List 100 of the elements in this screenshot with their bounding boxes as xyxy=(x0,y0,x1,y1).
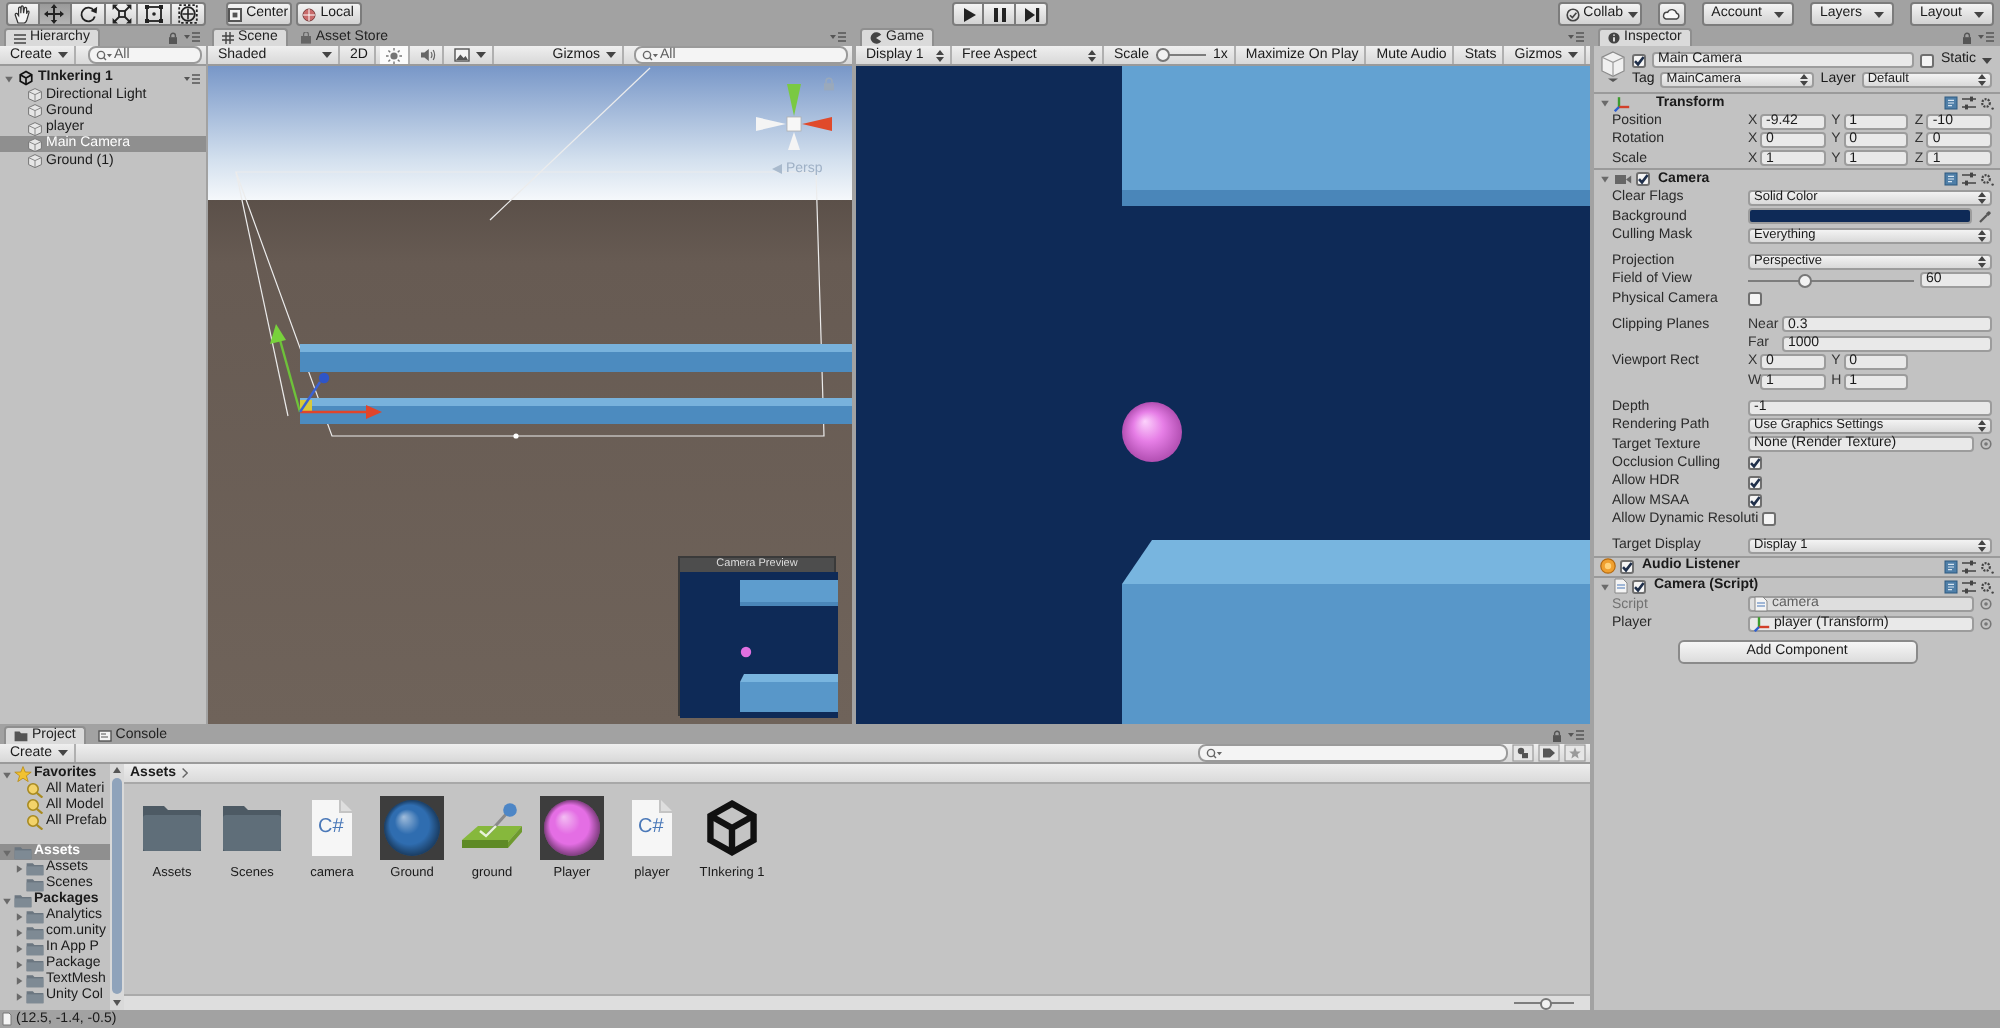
dropdown-arrows-icon xyxy=(936,49,944,61)
move-tool-button[interactable] xyxy=(39,2,73,26)
caret-icon xyxy=(1873,11,1884,17)
checkbox[interactable] xyxy=(1748,475,1762,490)
presets-icon[interactable] xyxy=(1962,579,1976,594)
eyedropper-icon[interactable] xyxy=(1978,209,1992,224)
gear-icon[interactable] xyxy=(1980,579,1994,594)
type-filter-icon[interactable] xyxy=(1512,744,1534,762)
lock-icon[interactable] xyxy=(1552,729,1562,741)
pause-button[interactable] xyxy=(984,2,1016,26)
shopping-bag-icon xyxy=(299,32,312,44)
hand-tool-button[interactable] xyxy=(6,2,40,26)
step-button[interactable] xyxy=(1016,2,1048,26)
color-field[interactable] xyxy=(1748,208,1972,225)
scrollbar[interactable] xyxy=(110,764,124,1010)
script-file-icon xyxy=(1614,578,1628,595)
scale-slider[interactable] xyxy=(1155,48,1207,62)
help-book-icon[interactable] xyxy=(1944,579,1958,594)
info-icon xyxy=(1608,32,1620,44)
checkbox[interactable] xyxy=(1632,579,1646,594)
checkbox[interactable] xyxy=(1748,494,1762,508)
rotate-tool-button[interactable] xyxy=(72,2,106,26)
unity-logo-icon[interactable] xyxy=(702,798,762,858)
material-sphere-icon[interactable] xyxy=(540,796,604,860)
search-field[interactable] xyxy=(1198,744,1508,762)
slider-track[interactable] xyxy=(1748,273,1914,288)
star-icon[interactable] xyxy=(1564,744,1586,762)
fold-arrow-icon[interactable] xyxy=(14,959,24,969)
gear-icon[interactable] xyxy=(1980,96,1994,110)
folder-icon[interactable] xyxy=(142,804,202,852)
sphere xyxy=(1122,402,1182,462)
dropdown-arrows-icon xyxy=(1978,419,1986,432)
console-icon xyxy=(97,730,112,742)
checkbox[interactable] xyxy=(1748,291,1762,306)
checkbox[interactable] xyxy=(1762,512,1777,527)
fold-arrow-icon[interactable] xyxy=(4,73,14,84)
gear-icon[interactable] xyxy=(1980,172,1994,187)
panel-menu-icon[interactable] xyxy=(1978,32,1994,42)
caret-icon xyxy=(58,52,69,58)
audio-listener-icon xyxy=(1600,558,1616,575)
file-page-icon[interactable] xyxy=(630,798,674,858)
slider-thumb[interactable] xyxy=(1155,48,1170,62)
lock-icon[interactable] xyxy=(1962,31,1972,43)
fold-arrow-icon[interactable] xyxy=(14,927,24,937)
image-icon xyxy=(453,48,470,62)
dropdown-arrows-icon xyxy=(1088,49,1096,61)
fold-arrow-icon[interactable] xyxy=(1600,98,1610,108)
label-filter-icon[interactable] xyxy=(1538,744,1560,762)
fold-arrow-icon[interactable] xyxy=(2,895,12,905)
checkbox[interactable] xyxy=(1748,456,1762,471)
presets-icon[interactable] xyxy=(1962,172,1976,187)
folder-icon[interactable] xyxy=(222,804,282,852)
gear-icon[interactable] xyxy=(1980,559,1994,574)
pause-icon xyxy=(990,5,1008,23)
checkbox[interactable] xyxy=(1632,53,1646,67)
scale-tool-button[interactable] xyxy=(105,2,139,26)
caret-icon xyxy=(1982,57,1992,63)
presets-icon[interactable] xyxy=(1962,559,1976,574)
presets-icon[interactable] xyxy=(1962,96,1976,110)
checkbox[interactable] xyxy=(1920,53,1935,67)
fold-arrow-icon[interactable] xyxy=(14,863,24,873)
search-icon xyxy=(1206,747,1222,759)
lighting-toggle[interactable] xyxy=(379,46,410,64)
search-icon xyxy=(96,49,113,61)
gameobject-cube-icon xyxy=(1600,50,1626,82)
file-page-icon[interactable] xyxy=(310,798,354,858)
object-picker-icon[interactable] xyxy=(1980,438,1992,451)
slider-thumb[interactable] xyxy=(1540,997,1553,1009)
caret-icon xyxy=(606,52,616,58)
material-sphere-icon[interactable] xyxy=(380,796,444,860)
panel-menu-icon[interactable] xyxy=(830,32,846,42)
panel-menu-icon[interactable] xyxy=(1568,730,1584,740)
panel-menu-icon[interactable] xyxy=(184,73,200,84)
dropdown-arrows-icon xyxy=(1978,539,1986,552)
lock-icon[interactable] xyxy=(168,31,178,43)
orientation-gizmo-icon xyxy=(756,84,832,150)
cloud-button[interactable] xyxy=(1657,2,1686,26)
fold-arrow-icon[interactable] xyxy=(14,991,24,1001)
chevron-icon xyxy=(181,768,188,778)
fold-arrow-icon[interactable] xyxy=(2,769,12,779)
fold-arrow-icon[interactable] xyxy=(1600,174,1610,185)
help-book-icon[interactable] xyxy=(1944,559,1958,574)
slider-thumb[interactable] xyxy=(1798,273,1813,288)
help-book-icon[interactable] xyxy=(1944,172,1958,187)
checkbox[interactable] xyxy=(1636,172,1650,187)
pivot-center-icon xyxy=(228,7,243,21)
transform-tool-button[interactable] xyxy=(171,2,206,26)
panel-menu-icon[interactable] xyxy=(184,32,200,42)
dropdown-arrows-icon xyxy=(1978,255,1986,268)
search-icon xyxy=(642,49,658,61)
fold-arrow-icon[interactable] xyxy=(14,943,24,953)
rect-tool-button[interactable] xyxy=(138,2,172,26)
play-button[interactable] xyxy=(952,2,984,26)
fold-arrow-icon[interactable] xyxy=(1600,581,1610,592)
help-book-icon[interactable] xyxy=(1944,96,1958,110)
fold-arrow-icon[interactable] xyxy=(14,911,24,921)
checkbox[interactable] xyxy=(1620,559,1634,574)
panel-menu-icon[interactable] xyxy=(1568,32,1584,42)
fold-arrow-icon[interactable] xyxy=(14,975,24,985)
caret-icon xyxy=(322,52,332,58)
